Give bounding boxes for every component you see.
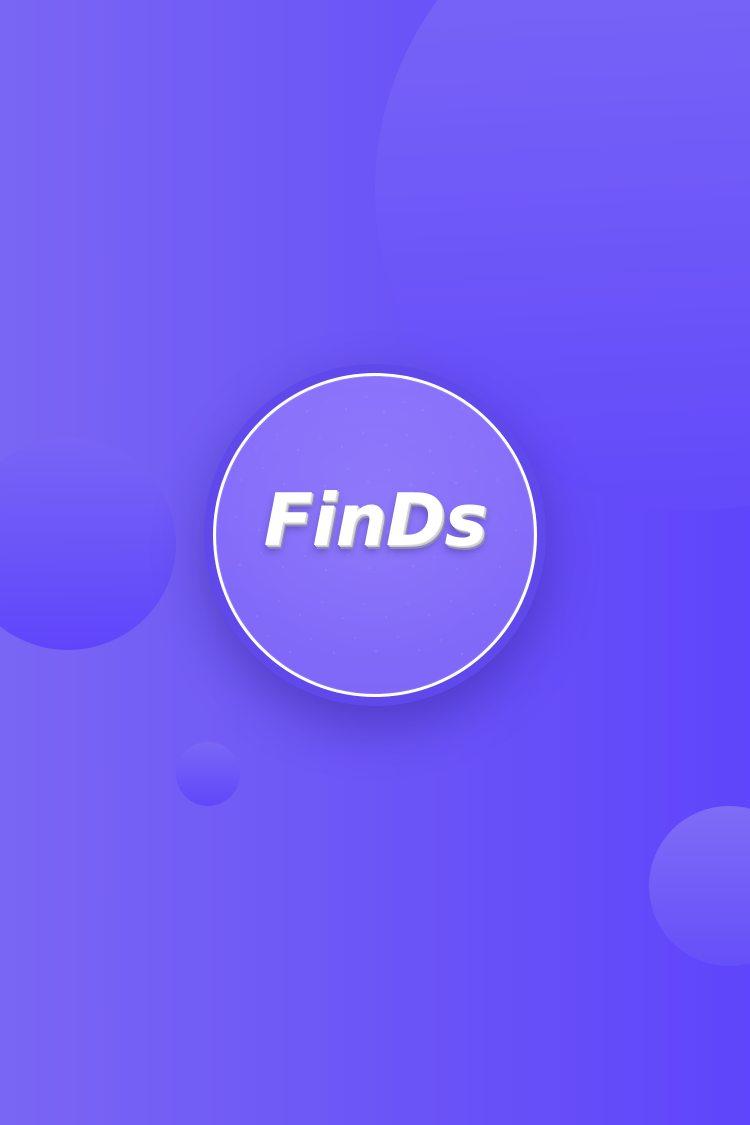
app-brand-name: FinDs: [263, 478, 488, 562]
decorative-bubble-small: [176, 742, 240, 806]
app-logo-badge: FinDs: [213, 373, 537, 697]
decorative-bubble-left: [0, 438, 176, 650]
splash-screen: FinDs: [0, 0, 750, 1125]
decorative-bubble-right: [649, 806, 750, 966]
app-logo-ring: FinDs: [204, 364, 546, 706]
